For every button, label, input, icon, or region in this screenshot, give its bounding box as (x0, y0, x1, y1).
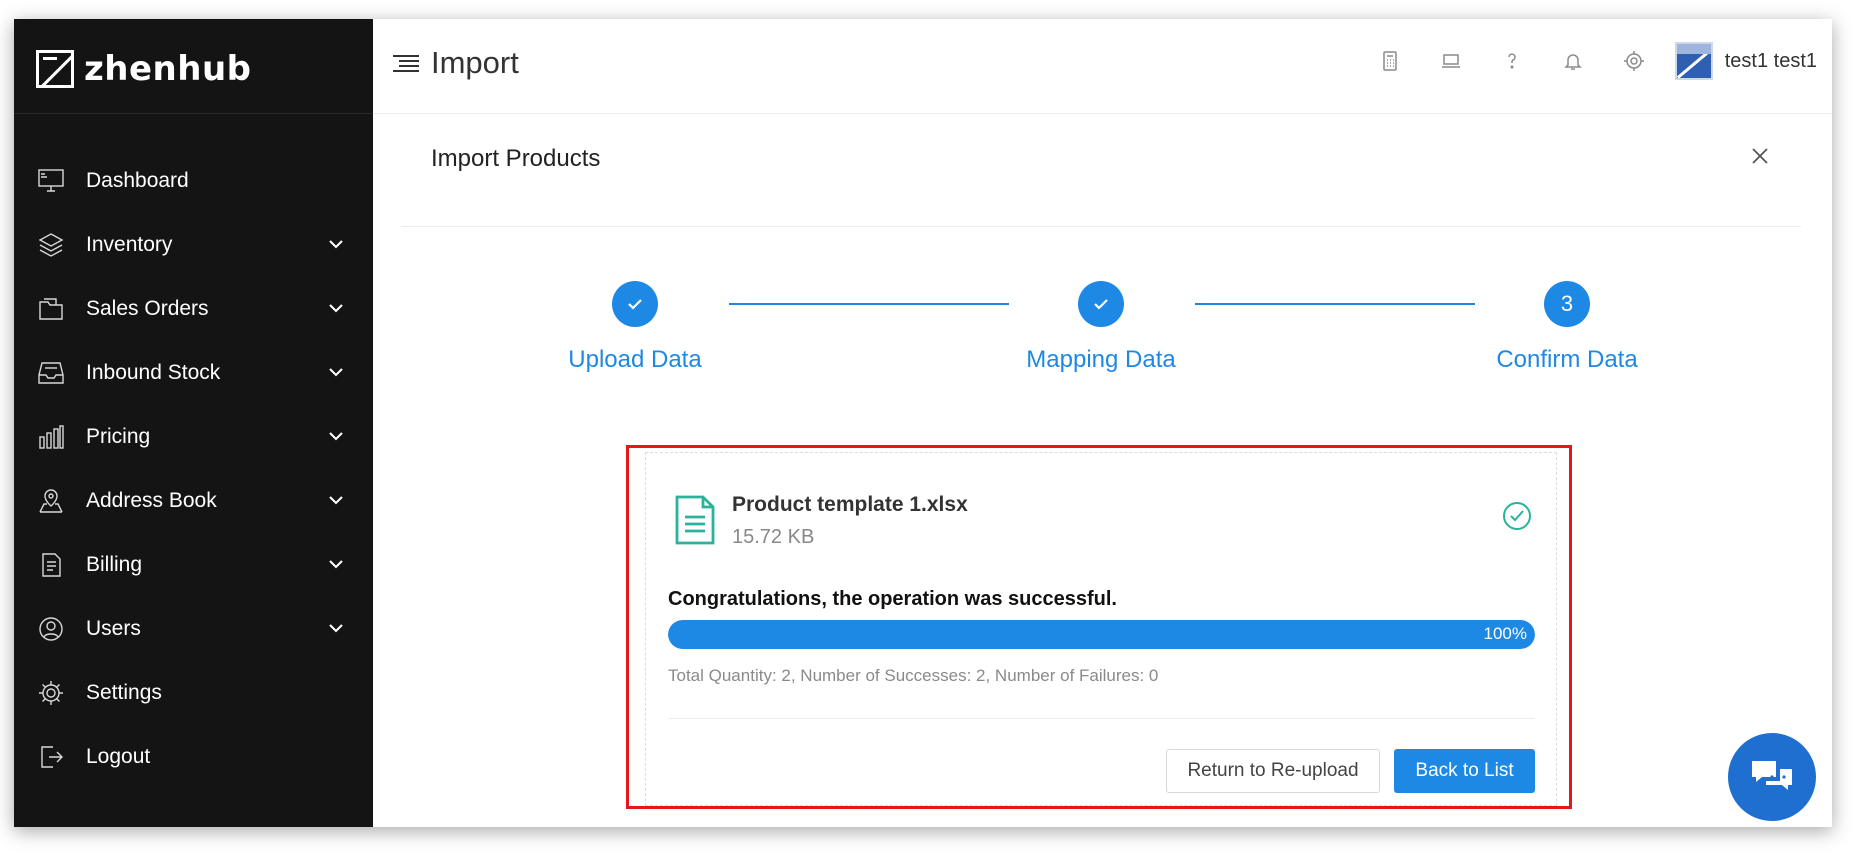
bell-icon[interactable] (1543, 50, 1604, 72)
settings-icon[interactable] (1604, 50, 1665, 72)
user-globe-icon (36, 614, 66, 644)
map-pin-icon (36, 486, 66, 516)
step-2-label: Mapping Data (1026, 346, 1176, 373)
close-icon[interactable] (1751, 147, 1771, 167)
sidebar-item-logout[interactable]: Logout (14, 725, 373, 789)
success-check-icon (1501, 500, 1533, 532)
progress-bar: 100% (668, 620, 1535, 649)
card-divider (668, 718, 1535, 719)
logout-icon (36, 742, 66, 772)
monitor-icon (36, 166, 66, 196)
chevron-down-icon[interactable] (327, 427, 347, 447)
document-icon (674, 495, 716, 545)
logo-mark-icon (36, 50, 74, 88)
chevron-down-icon[interactable] (327, 491, 347, 511)
bar-chart-icon (36, 422, 66, 452)
sidebar-item-users[interactable]: Users (14, 597, 373, 661)
sidebar-item-billing[interactable]: Billing (14, 533, 373, 597)
file-size: 15.72 KB (732, 526, 815, 548)
layers-icon (36, 230, 66, 260)
sidebar-item-dashboard[interactable]: Dashboard (14, 149, 373, 213)
folder-icon (36, 294, 66, 324)
sidebar-item-address-book[interactable]: Address Book (14, 469, 373, 533)
sidebar-item-label: Billing (86, 553, 143, 576)
brand-name: zhenhub (84, 49, 252, 89)
chat-bubbles-icon (1752, 761, 1792, 790)
file-name: Product template 1.xlsx (732, 493, 968, 516)
sidebar-item-inbound-stock[interactable]: Inbound Stock (14, 341, 373, 405)
sidebar-item-sales-orders[interactable]: Sales Orders (14, 277, 373, 341)
return-to-reupload-button[interactable]: Return to Re-upload (1166, 749, 1380, 793)
back-to-list-button[interactable]: Back to List (1394, 749, 1535, 793)
sidebar-item-label: Logout (86, 745, 151, 768)
step-connector (729, 303, 1009, 305)
sidebar-item-label: Inventory (86, 233, 173, 256)
chevron-down-icon[interactable] (327, 235, 347, 255)
step-3-label: Confirm Data (1496, 346, 1638, 373)
sidebar-item-label: Settings (86, 681, 162, 704)
avatar[interactable] (1674, 42, 1713, 80)
success-message: Congratulations, the operation was succe… (668, 588, 1117, 610)
chevron-down-icon[interactable] (327, 555, 347, 575)
top-bar-actions: test1 test1 (1360, 39, 1817, 83)
sidebar-nav: Dashboard Inventory Sales Orders Inbound… (14, 149, 373, 789)
brand-logo[interactable]: zhenhub (36, 39, 252, 99)
laptop-icon[interactable] (1421, 50, 1482, 72)
chevron-down-icon[interactable] (327, 299, 347, 319)
chevron-down-icon[interactable] (327, 363, 347, 383)
sidebar-item-settings[interactable]: Settings (14, 661, 373, 725)
inbox-icon (36, 358, 66, 388)
chevron-down-icon[interactable] (327, 619, 347, 639)
step-connector (1195, 303, 1475, 305)
sidebar: zhenhub Dashboard Inventory Sales Orders… (14, 19, 373, 827)
menu-toggle-icon[interactable] (391, 52, 421, 76)
sidebar-item-label: Dashboard (86, 169, 189, 192)
sidebar-item-pricing[interactable]: Pricing (14, 405, 373, 469)
sidebar-item-label: Sales Orders (86, 297, 209, 320)
step-2-check-icon (1078, 281, 1124, 327)
invoice-icon (36, 550, 66, 580)
help-icon[interactable] (1482, 50, 1543, 72)
sidebar-item-label: Address Book (86, 489, 217, 512)
sidebar-item-label: Users (86, 617, 141, 640)
top-bar: Import test1 test1 (373, 19, 1832, 114)
sidebar-item-inventory[interactable]: Inventory (14, 213, 373, 277)
import-summary: Total Quantity: 2, Number of Successes: … (668, 666, 1159, 685)
page-title: Import (431, 45, 519, 80)
calculator-icon[interactable] (1360, 50, 1421, 72)
sidebar-divider (14, 113, 373, 114)
step-1-check-icon (612, 281, 658, 327)
sidebar-item-label: Pricing (86, 425, 151, 448)
progress-percent: 100% (1483, 624, 1527, 643)
step-3-number: 3 (1544, 281, 1590, 327)
user-name[interactable]: test1 test1 (1725, 50, 1817, 73)
progress-fill (668, 620, 1535, 649)
gear-icon (36, 678, 66, 708)
chat-button[interactable] (1728, 733, 1816, 821)
step-1-label: Upload Data (568, 346, 702, 373)
sidebar-item-label: Inbound Stock (86, 361, 221, 384)
